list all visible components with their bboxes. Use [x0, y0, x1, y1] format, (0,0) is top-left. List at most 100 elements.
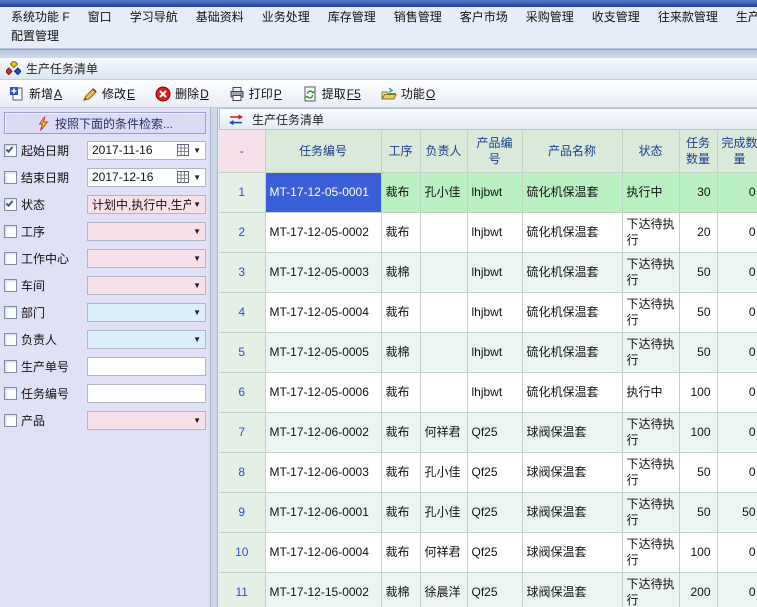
table-row[interactable]: 1MT-17-12-05-0001裁布孔小佳lhjbwt硫化机保温套执行中300: [219, 172, 757, 212]
menu-item[interactable]: 学习导航: [121, 8, 187, 27]
dropdown-arrow-icon[interactable]: ▼: [191, 308, 203, 317]
cell[interactable]: lhjbwt: [467, 372, 522, 412]
checkbox-unchecked[interactable]: [4, 171, 17, 184]
column-header[interactable]: 任务数量: [679, 130, 717, 172]
checkbox-unchecked[interactable]: [4, 225, 17, 238]
filter-dropdown-field[interactable]: 计划中,执行中,生产▼: [87, 195, 206, 214]
checkbox-unchecked[interactable]: [4, 279, 17, 292]
column-header[interactable]: 完成数量: [717, 130, 757, 172]
dropdown-arrow-icon[interactable]: ▼: [191, 227, 203, 236]
cell[interactable]: [420, 252, 467, 292]
cell[interactable]: 50: [679, 252, 717, 292]
cell[interactable]: 球阀保温套: [522, 532, 622, 572]
cell[interactable]: 0: [717, 252, 757, 292]
cell[interactable]: 裁布: [381, 292, 420, 332]
cell[interactable]: Qf25: [467, 452, 522, 492]
cell[interactable]: 0: [717, 172, 757, 212]
cell[interactable]: 下达待执行: [622, 412, 679, 452]
menu-item[interactable]: 基础资料: [187, 8, 253, 27]
extract-button[interactable]: 提取F5: [299, 83, 364, 104]
cell[interactable]: 硫化机保温套: [522, 292, 622, 332]
cell[interactable]: MT-17-12-05-0002: [265, 212, 381, 252]
cell[interactable]: 球阀保温套: [522, 572, 622, 607]
dropdown-arrow-icon[interactable]: ▼: [191, 335, 203, 344]
cell[interactable]: 9: [219, 492, 265, 532]
cell[interactable]: 50: [679, 292, 717, 332]
edit-button[interactable]: 修改E: [79, 83, 138, 104]
column-header[interactable]: 产品名称: [522, 130, 622, 172]
cell[interactable]: Qf25: [467, 532, 522, 572]
cell[interactable]: 20: [679, 212, 717, 252]
cell[interactable]: 硫化机保温套: [522, 372, 622, 412]
cell[interactable]: lhjbwt: [467, 212, 522, 252]
cell[interactable]: 200: [679, 572, 717, 607]
cell[interactable]: MT-17-12-06-0002: [265, 412, 381, 452]
cell[interactable]: [420, 292, 467, 332]
cell[interactable]: 50: [679, 452, 717, 492]
menu-item[interactable]: 采购管理: [517, 8, 583, 27]
cell[interactable]: MT-17-12-05-0006: [265, 372, 381, 412]
cell[interactable]: 裁棉: [381, 252, 420, 292]
menu-item[interactable]: 配置管理: [2, 27, 68, 46]
filter-dropdown-field[interactable]: ▼: [87, 303, 206, 322]
cell[interactable]: 100: [679, 412, 717, 452]
checkbox-unchecked[interactable]: [4, 306, 17, 319]
filter-input-field[interactable]: [87, 384, 206, 403]
filter-dropdown-field[interactable]: ▼: [87, 411, 206, 430]
filter-date-field[interactable]: 2017-11-16▼: [87, 141, 206, 160]
cell[interactable]: 下达待执行: [622, 492, 679, 532]
cell[interactable]: 11: [219, 572, 265, 607]
table-row[interactable]: 5MT-17-12-05-0005裁棉lhjbwt硫化机保温套下达待执行500: [219, 332, 757, 372]
cell[interactable]: 裁布: [381, 452, 420, 492]
filter-dropdown-field[interactable]: ▼: [87, 330, 206, 349]
cell[interactable]: 10: [219, 532, 265, 572]
cell[interactable]: 何祥君: [420, 532, 467, 572]
cell[interactable]: [420, 332, 467, 372]
column-header[interactable]: 工序: [381, 130, 420, 172]
column-header[interactable]: 产品编号: [467, 130, 522, 172]
cell[interactable]: 0: [717, 372, 757, 412]
cell[interactable]: 6: [219, 372, 265, 412]
cell[interactable]: 硫化机保温套: [522, 212, 622, 252]
table-row[interactable]: 2MT-17-12-05-0002裁布lhjbwt硫化机保温套下达待执行200: [219, 212, 757, 252]
table-row[interactable]: 8MT-17-12-06-0003裁布孔小佳Qf25球阀保温套下达待执行500: [219, 452, 757, 492]
cell[interactable]: MT-17-12-06-0001: [265, 492, 381, 532]
checkbox-unchecked[interactable]: [4, 333, 17, 346]
cell[interactable]: 0: [717, 412, 757, 452]
cell[interactable]: 执行中: [622, 372, 679, 412]
cell[interactable]: 下达待执行: [622, 532, 679, 572]
cell[interactable]: 裁布: [381, 372, 420, 412]
cell[interactable]: 100: [679, 372, 717, 412]
cell[interactable]: [420, 212, 467, 252]
cell[interactable]: Qf25: [467, 492, 522, 532]
column-header[interactable]: 状态: [622, 130, 679, 172]
filter-dropdown-field[interactable]: ▼: [87, 276, 206, 295]
cell[interactable]: 50: [679, 332, 717, 372]
cell[interactable]: MT-17-12-05-0001: [265, 172, 381, 212]
cell[interactable]: 孔小佳: [420, 492, 467, 532]
cell[interactable]: 下达待执行: [622, 292, 679, 332]
search-conditions-button[interactable]: 按照下面的条件检索...: [4, 112, 206, 134]
cell[interactable]: 孔小佳: [420, 452, 467, 492]
cell[interactable]: lhjbwt: [467, 292, 522, 332]
checkbox-unchecked[interactable]: [4, 360, 17, 373]
cell[interactable]: 徐晨洋: [420, 572, 467, 607]
calendar-icon[interactable]: [177, 171, 189, 183]
cell[interactable]: 硫化机保温套: [522, 172, 622, 212]
cell[interactable]: 裁棉: [381, 332, 420, 372]
menu-item[interactable]: 收支管理: [583, 8, 649, 27]
cell[interactable]: 裁布: [381, 412, 420, 452]
filter-input-field[interactable]: [87, 357, 206, 376]
filter-dropdown-field[interactable]: ▼: [87, 222, 206, 241]
cell[interactable]: 球阀保温套: [522, 492, 622, 532]
cell[interactable]: 0: [717, 332, 757, 372]
cell[interactable]: 下达待执行: [622, 572, 679, 607]
menu-item[interactable]: 库存管理: [319, 8, 385, 27]
add-button[interactable]: 新增A: [6, 83, 65, 104]
cell[interactable]: 0: [717, 292, 757, 332]
dropdown-arrow-icon[interactable]: ▼: [191, 416, 203, 425]
cell[interactable]: 8: [219, 452, 265, 492]
menu-item[interactable]: 客户市场: [451, 8, 517, 27]
cell[interactable]: 1: [219, 172, 265, 212]
column-header[interactable]: 任务编号: [265, 130, 381, 172]
